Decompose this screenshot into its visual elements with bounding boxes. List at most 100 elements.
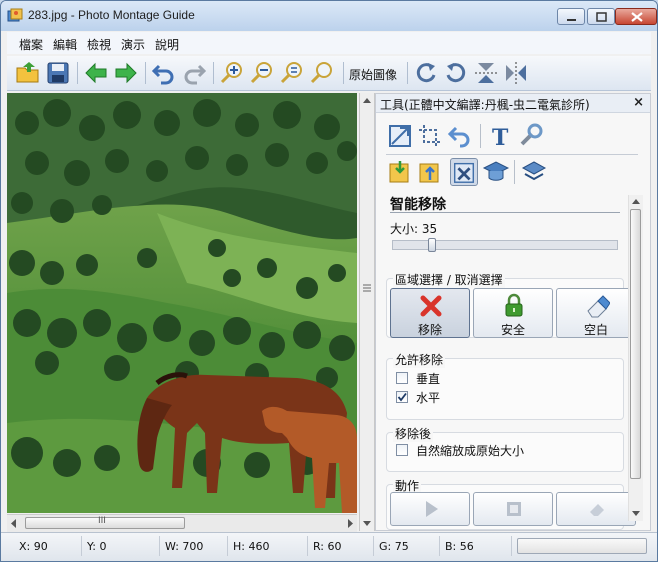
status-separator bbox=[439, 536, 440, 556]
splitter-grip-icon bbox=[363, 284, 371, 292]
stop-button[interactable] bbox=[473, 492, 553, 526]
panel-scroll-thumb[interactable] bbox=[630, 209, 641, 479]
menu-view[interactable]: 檢視 bbox=[87, 36, 111, 53]
text-tool-icon[interactable]: T bbox=[486, 122, 514, 150]
import-image-icon[interactable] bbox=[386, 158, 414, 186]
scroll-down-icon[interactable] bbox=[363, 521, 371, 527]
toolbar-separator bbox=[407, 62, 408, 84]
status-y: Y: 0 bbox=[87, 540, 107, 553]
allow-remove-group-title: 允許移除 bbox=[393, 351, 446, 368]
graduation-cap-icon[interactable] bbox=[482, 158, 510, 186]
safe-button[interactable]: 安全 bbox=[473, 288, 553, 338]
status-separator bbox=[159, 536, 160, 556]
menu-file[interactable]: 檔案 bbox=[19, 36, 43, 53]
close-button[interactable] bbox=[615, 8, 657, 25]
horizontal-checkbox[interactable] bbox=[396, 391, 408, 403]
crop-tool-icon[interactable] bbox=[416, 122, 444, 150]
maximize-button[interactable] bbox=[587, 8, 615, 25]
brush-size-slider-thumb[interactable] bbox=[428, 238, 436, 252]
status-separator bbox=[81, 536, 82, 556]
panel-scroll-down-icon[interactable] bbox=[632, 511, 640, 517]
status-separator bbox=[511, 536, 512, 556]
close-icon bbox=[631, 12, 643, 22]
tool-panel-header: 工具(正體中文編譯:丹楓-虫二電氣診所) × bbox=[376, 94, 650, 113]
panel-splitter[interactable] bbox=[359, 93, 375, 531]
resize-tool-icon[interactable] bbox=[386, 122, 414, 150]
scroll-up-icon[interactable] bbox=[363, 97, 371, 103]
undo-icon[interactable] bbox=[151, 60, 177, 86]
minimize-icon bbox=[567, 19, 576, 21]
status-bar: X: 90 Y: 0 W: 700 H: 460 R: 60 G: 75 B: … bbox=[1, 532, 657, 561]
clear-button[interactable] bbox=[556, 492, 636, 526]
minimize-button[interactable] bbox=[557, 8, 585, 25]
blank-button-label: 空白 bbox=[583, 323, 608, 337]
scroll-right-icon[interactable] bbox=[346, 519, 354, 528]
window-title: 283.jpg - Photo Montage Guide bbox=[28, 8, 195, 22]
open-folder-icon[interactable] bbox=[15, 60, 41, 86]
toolbar-separator bbox=[77, 62, 78, 84]
export-image-icon[interactable] bbox=[416, 158, 444, 186]
section-underline bbox=[390, 212, 620, 213]
undo-tool-icon[interactable] bbox=[446, 122, 474, 150]
menu-bar: 檔案 編輯 檢視 演示 說明 bbox=[7, 32, 651, 54]
smart-remove-icon bbox=[454, 162, 474, 183]
toolbar-separator bbox=[145, 62, 146, 84]
image-canvas[interactable] bbox=[7, 93, 357, 513]
zoom-out-icon[interactable] bbox=[249, 60, 275, 86]
status-separator bbox=[307, 536, 308, 556]
status-x: X: 90 bbox=[19, 540, 48, 553]
brush-size-slider[interactable] bbox=[392, 240, 618, 250]
menu-help[interactable]: 說明 bbox=[155, 36, 179, 53]
tool-panel-scrollbar[interactable] bbox=[628, 195, 643, 521]
flip-horizontal-icon[interactable] bbox=[503, 60, 529, 86]
scroll-left-icon[interactable] bbox=[10, 519, 18, 528]
redo-icon[interactable] bbox=[181, 60, 207, 86]
horizontal-scrollbar[interactable]: III bbox=[7, 514, 357, 532]
region-select-group-title: 區域選擇 / 取消選擇 bbox=[393, 271, 505, 288]
safe-button-label: 安全 bbox=[500, 323, 525, 337]
panel-separator bbox=[514, 160, 515, 184]
menu-demo[interactable]: 演示 bbox=[121, 36, 145, 53]
auto-scale-label: 自然縮放成原始大小 bbox=[416, 444, 525, 458]
status-red: R: 60 bbox=[313, 540, 342, 553]
flip-vertical-icon[interactable] bbox=[473, 60, 499, 86]
vertical-label: 垂直 bbox=[416, 372, 441, 386]
back-icon[interactable] bbox=[83, 60, 109, 86]
toolbar-separator bbox=[343, 62, 344, 84]
svg-text:T: T bbox=[492, 125, 509, 150]
menu-edit[interactable]: 編輯 bbox=[53, 36, 77, 53]
rotate-left-icon[interactable] bbox=[443, 60, 469, 86]
remove-button-label: 移除 bbox=[417, 323, 442, 337]
clear-eraser-icon bbox=[590, 504, 604, 516]
original-size-button[interactable]: 原始圖像 bbox=[349, 66, 397, 83]
status-separator bbox=[227, 536, 228, 556]
panel-divider bbox=[386, 154, 638, 155]
scroll-grip: III bbox=[98, 516, 106, 526]
title-bar[interactable]: 283.jpg - Photo Montage Guide bbox=[1, 1, 657, 31]
status-width: W: 700 bbox=[165, 540, 204, 553]
wrench-tool-icon[interactable] bbox=[516, 122, 544, 150]
forward-icon[interactable] bbox=[113, 60, 139, 86]
tool-panel-close-button[interactable]: × bbox=[633, 95, 644, 110]
smart-remove-tool[interactable] bbox=[450, 158, 478, 186]
play-button[interactable] bbox=[390, 492, 470, 526]
tool-panel: 工具(正體中文編譯:丹楓-虫二電氣診所) × T 智能移除 大小: 35 區域選… bbox=[375, 93, 651, 531]
rotate-right-icon[interactable] bbox=[413, 60, 439, 86]
status-blue: B: 56 bbox=[445, 540, 474, 553]
section-title: 智能移除 bbox=[390, 197, 446, 213]
zoom-actual-icon[interactable] bbox=[309, 60, 335, 86]
tutorial-icon[interactable] bbox=[520, 158, 548, 186]
zoom-in-icon[interactable] bbox=[219, 60, 245, 86]
maximize-icon bbox=[596, 12, 607, 22]
auto-scale-checkbox[interactable] bbox=[396, 444, 408, 456]
after-remove-group-title: 移除後 bbox=[393, 425, 434, 442]
panel-scroll-up-icon[interactable] bbox=[632, 198, 640, 204]
save-icon[interactable] bbox=[45, 60, 71, 86]
remove-x-icon bbox=[420, 295, 442, 317]
remove-button[interactable]: 移除 bbox=[390, 288, 470, 338]
toolbar-separator bbox=[213, 62, 214, 84]
zoom-fit-icon[interactable] bbox=[279, 60, 305, 86]
blank-button[interactable]: 空白 bbox=[556, 288, 636, 338]
vertical-checkbox[interactable] bbox=[396, 372, 408, 384]
horizontal-scroll-thumb[interactable]: III bbox=[25, 516, 185, 529]
